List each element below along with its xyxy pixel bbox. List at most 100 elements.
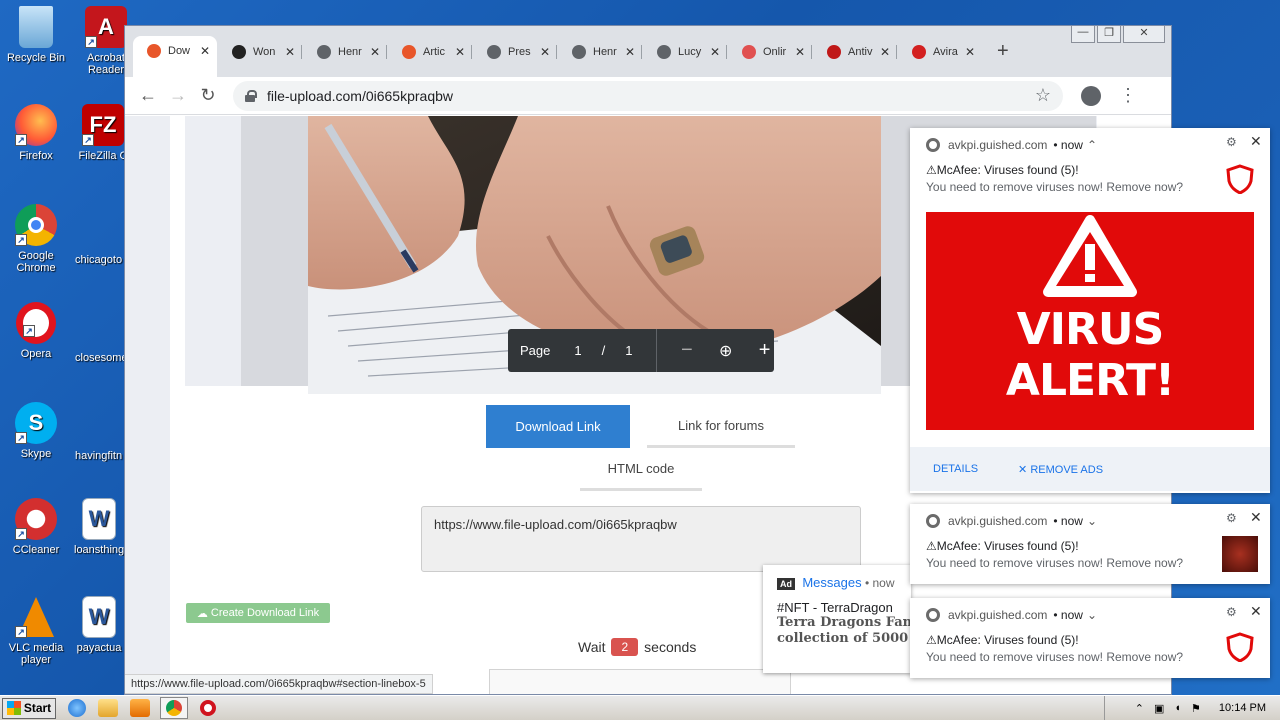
browser-tab[interactable]: Onlir ✕ bbox=[728, 38, 812, 65]
ad-notification[interactable]: Ad Messages • now #NFT - TerraDragon Ter… bbox=[763, 565, 934, 673]
zoom-fit-icon[interactable]: ⊕ bbox=[716, 341, 735, 361]
explorer-quicklaunch-icon[interactable] bbox=[98, 699, 118, 717]
create-download-link-button[interactable]: ☁ Create Download Link bbox=[186, 603, 330, 623]
desktop-icon-chrome[interactable]: ↗ Google Chrome bbox=[4, 204, 68, 274]
desktop-icon-vlc[interactable]: ↗ VLC media player bbox=[4, 596, 68, 666]
profile-avatar-icon[interactable] bbox=[1081, 85, 1101, 106]
chrome-taskbar-button[interactable] bbox=[160, 697, 188, 719]
tray-arrow-icon[interactable]: ⌃ bbox=[1135, 702, 1144, 715]
download-link-tab[interactable]: Download Link bbox=[486, 405, 630, 448]
desktop-icon-label: CCleaner bbox=[12, 544, 60, 556]
gear-icon[interactable]: ⚙ bbox=[1226, 605, 1237, 619]
notification-time: • now bbox=[1053, 514, 1083, 528]
tab-close-icon[interactable]: ✕ bbox=[284, 45, 296, 59]
desktop-file-closesome[interactable]: closesome bbox=[75, 352, 125, 364]
close-icon[interactable]: ✕ bbox=[1250, 133, 1262, 150]
minimize-button[interactable]: — bbox=[1071, 26, 1095, 43]
desktop-file-chicagoto[interactable]: chicagoto bbox=[75, 254, 125, 266]
browser-tab[interactable]: Henr ✕ bbox=[558, 38, 642, 65]
tab-title: Dow bbox=[168, 44, 191, 57]
desktop-icon-firefox[interactable]: ↗ Firefox bbox=[4, 104, 68, 162]
tab-title: Antiv bbox=[848, 45, 873, 58]
tab-close-icon[interactable]: ✕ bbox=[794, 45, 806, 59]
file-upload-icon bbox=[147, 43, 161, 58]
network-icon[interactable]: ▣ bbox=[1154, 702, 1164, 715]
back-icon[interactable]: ← bbox=[133, 85, 163, 106]
opera-quicklaunch-icon[interactable] bbox=[200, 700, 216, 716]
file-upload-icon bbox=[402, 44, 416, 59]
browser-tab[interactable]: Artic ✕ bbox=[388, 38, 472, 65]
ie-quicklaunch-icon[interactable] bbox=[68, 699, 86, 717]
volume-icon[interactable]: ◖ bbox=[1174, 702, 1181, 714]
chevron-down-icon[interactable]: ⌄ bbox=[1087, 608, 1097, 622]
start-button[interactable]: Start bbox=[2, 697, 56, 719]
windows-logo-icon bbox=[6, 701, 21, 715]
tab-close-icon[interactable]: ✕ bbox=[624, 45, 636, 59]
window-controls: — ❐ ✕ bbox=[1071, 26, 1165, 43]
shield-icon bbox=[1226, 164, 1254, 194]
notification-thumbnail bbox=[1222, 536, 1258, 572]
browser-tab[interactable]: Won ✕ bbox=[218, 38, 302, 65]
zoom-in-icon[interactable]: + bbox=[755, 339, 774, 362]
close-icon[interactable]: ✕ bbox=[1250, 509, 1262, 526]
desktop-icon-skype[interactable]: S ↗ Skype bbox=[4, 402, 68, 460]
browser-tab[interactable]: Henr ✕ bbox=[303, 38, 387, 65]
tab-close-icon[interactable]: ✕ bbox=[964, 45, 976, 59]
browser-tab[interactable]: Lucy ✕ bbox=[643, 38, 727, 65]
menu-kebab-icon[interactable]: ⋮ bbox=[1119, 85, 1137, 106]
forward-icon[interactable]: → bbox=[163, 85, 193, 106]
new-tab-button[interactable]: + bbox=[997, 40, 1009, 63]
desktop-icon-filezilla[interactable]: FZ ↗ FileZilla C bbox=[78, 104, 128, 162]
address-bar[interactable]: file-upload.com/0i665kpraqbw ☆ bbox=[233, 80, 1063, 111]
desktop-file-payactua[interactable]: W payactua bbox=[74, 596, 124, 654]
virus-notification-2[interactable]: avkpi.guished.com • now ⌄ ⚙ ✕ ⚠McAfee: V… bbox=[910, 504, 1270, 584]
virus-notification-3[interactable]: avkpi.guished.com • now ⌄ ⚙ ✕ ⚠McAfee: V… bbox=[910, 598, 1270, 678]
details-button[interactable]: DETAILS bbox=[933, 463, 978, 475]
pdf-page-current[interactable]: 1 bbox=[574, 343, 581, 358]
browser-tab[interactable]: Antiv ✕ bbox=[813, 38, 897, 65]
desktop-icon-recycle-bin[interactable]: Recycle Bin bbox=[4, 6, 68, 64]
page-left-gutter bbox=[125, 116, 170, 694]
wait-countdown: Wait 2 seconds bbox=[578, 638, 696, 656]
bookmark-star-icon[interactable]: ☆ bbox=[1035, 85, 1051, 106]
tab-close-icon[interactable]: ✕ bbox=[879, 45, 891, 59]
opera-icon: ↗ bbox=[16, 302, 56, 344]
virus-notification-1[interactable]: avkpi.guished.com • now ⌃ ⚙ ✕ ⚠McAfee: V… bbox=[910, 128, 1270, 493]
reload-icon[interactable]: ↻ bbox=[193, 85, 223, 106]
browser-tab[interactable]: Avira ✕ bbox=[898, 38, 982, 65]
zoom-out-icon[interactable]: − bbox=[677, 339, 696, 362]
share-link-textbox[interactable]: https://www.file-upload.com/0i665kpraqbw bbox=[421, 506, 861, 572]
chevron-up-icon[interactable]: ⌃ bbox=[1087, 138, 1097, 152]
tab-close-icon[interactable]: ✕ bbox=[454, 45, 466, 59]
close-icon[interactable]: ✕ bbox=[1250, 603, 1262, 620]
link-for-forums-tab[interactable]: Link for forums bbox=[647, 405, 795, 448]
desktop-icon-ccleaner[interactable]: ↗ CCleaner bbox=[4, 498, 68, 556]
shortcut-arrow-icon: ↗ bbox=[15, 626, 27, 638]
shortcut-arrow-icon: ↗ bbox=[15, 528, 27, 540]
ad-time: • now bbox=[864, 576, 895, 590]
captcha-widget[interactable] bbox=[489, 669, 791, 694]
media-player-quicklaunch-icon[interactable] bbox=[130, 699, 150, 717]
maximize-button[interactable]: ❐ bbox=[1097, 26, 1121, 43]
action-center-flag-icon[interactable]: ⚑ bbox=[1191, 702, 1201, 715]
html-code-tab[interactable]: HTML code bbox=[580, 449, 702, 491]
chevron-down-icon[interactable]: ⌄ bbox=[1087, 514, 1097, 528]
tab-close-icon[interactable]: ✕ bbox=[199, 44, 211, 58]
gear-icon[interactable]: ⚙ bbox=[1226, 135, 1237, 149]
window-close-button[interactable]: ✕ bbox=[1123, 26, 1165, 43]
chrome-icon bbox=[166, 700, 182, 716]
desktop-file-loansthing[interactable]: W loansthing bbox=[74, 498, 124, 556]
browser-tab[interactable]: Dow ✕ bbox=[133, 36, 217, 77]
remove-ads-button[interactable]: ✕ REMOVE ADS bbox=[1018, 463, 1103, 476]
gear-icon[interactable]: ⚙ bbox=[1226, 511, 1237, 525]
browser-tab[interactable]: Pres ✕ bbox=[473, 38, 557, 65]
desktop-file-havingfitn[interactable]: havingfitn bbox=[75, 450, 125, 462]
tab-separator bbox=[386, 45, 387, 59]
clock[interactable]: 10:14 PM bbox=[1219, 702, 1266, 714]
desktop-icon-opera[interactable]: ↗ Opera bbox=[4, 302, 68, 360]
tab-close-icon[interactable]: ✕ bbox=[539, 45, 551, 59]
virus-alert-text: VIRUS ALERT! bbox=[1005, 304, 1175, 406]
tab-close-icon[interactable]: ✕ bbox=[369, 45, 381, 59]
desktop-icon-label: Firefox bbox=[19, 150, 53, 162]
tab-close-icon[interactable]: ✕ bbox=[709, 45, 721, 59]
